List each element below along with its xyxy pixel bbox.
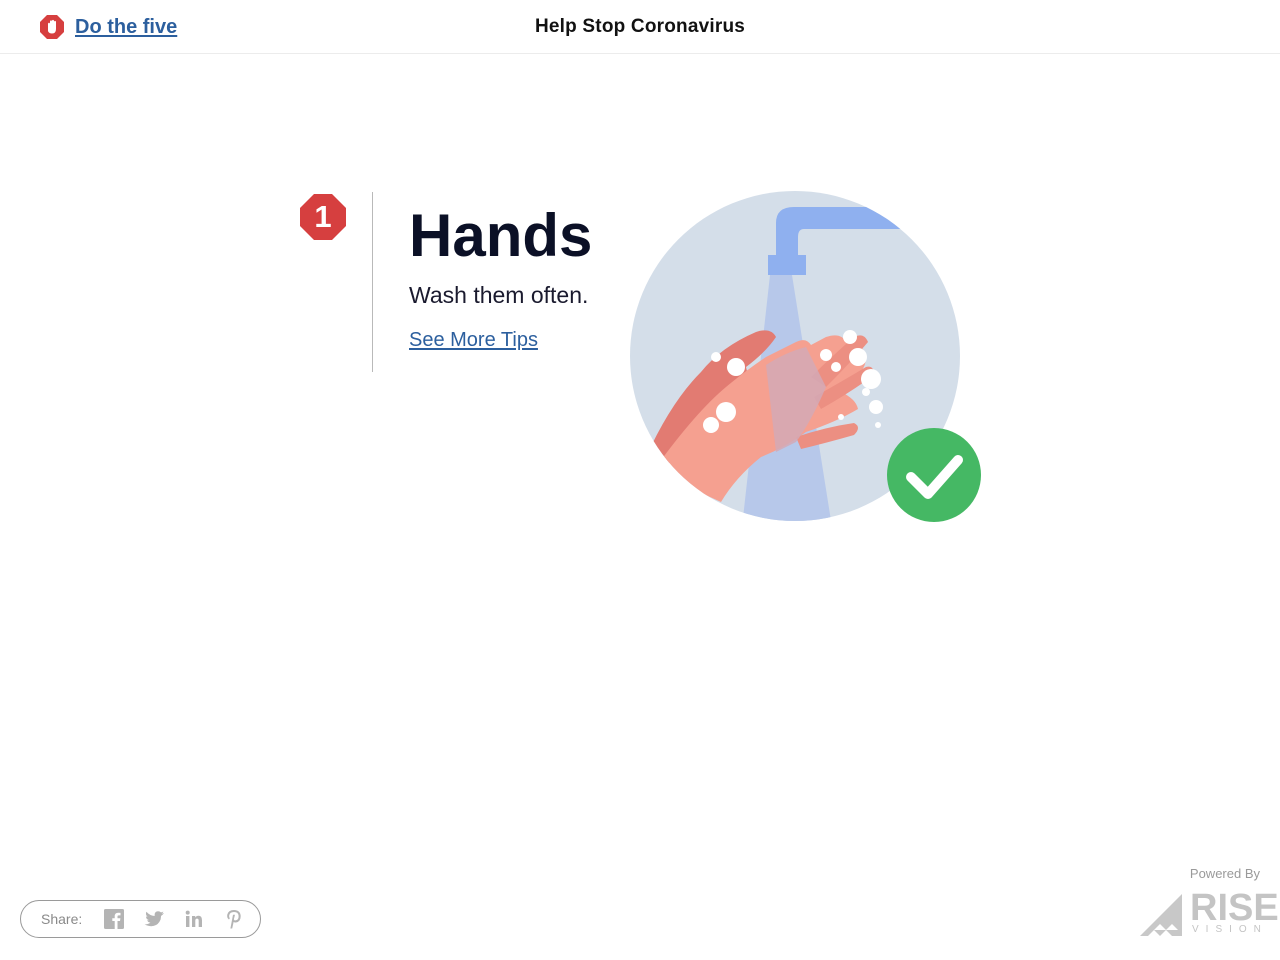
step-subtitle: Wash them often. <box>409 282 589 308</box>
check-circle-icon <box>887 428 981 522</box>
linkedin-icon[interactable] <box>182 907 206 931</box>
pinterest-icon[interactable] <box>222 907 246 931</box>
vision-wordmark: VISION <box>1192 924 1268 935</box>
facebook-icon[interactable] <box>102 907 126 931</box>
powered-by-label: Powered By <box>1189 866 1260 881</box>
vertical-divider <box>372 192 373 372</box>
page-title: Help Stop Coronavirus <box>534 16 746 37</box>
rise-vision-logo[interactable]: RISE VISION <box>1140 888 1279 938</box>
step-number-badge: 1 <box>299 193 347 241</box>
step-heading: Hands <box>409 202 593 269</box>
step-number: 1 <box>314 199 332 234</box>
top-bar: Do the five Help Stop Coronavirus <box>0 0 1280 54</box>
hand-washing-illustration <box>626 187 986 527</box>
rise-wordmark: RISE <box>1190 887 1279 929</box>
share-bar: Share: <box>20 900 261 938</box>
see-more-tips-link[interactable]: See More Tips <box>409 327 538 353</box>
twitter-icon[interactable] <box>142 907 166 931</box>
share-label: Share: <box>41 911 83 927</box>
